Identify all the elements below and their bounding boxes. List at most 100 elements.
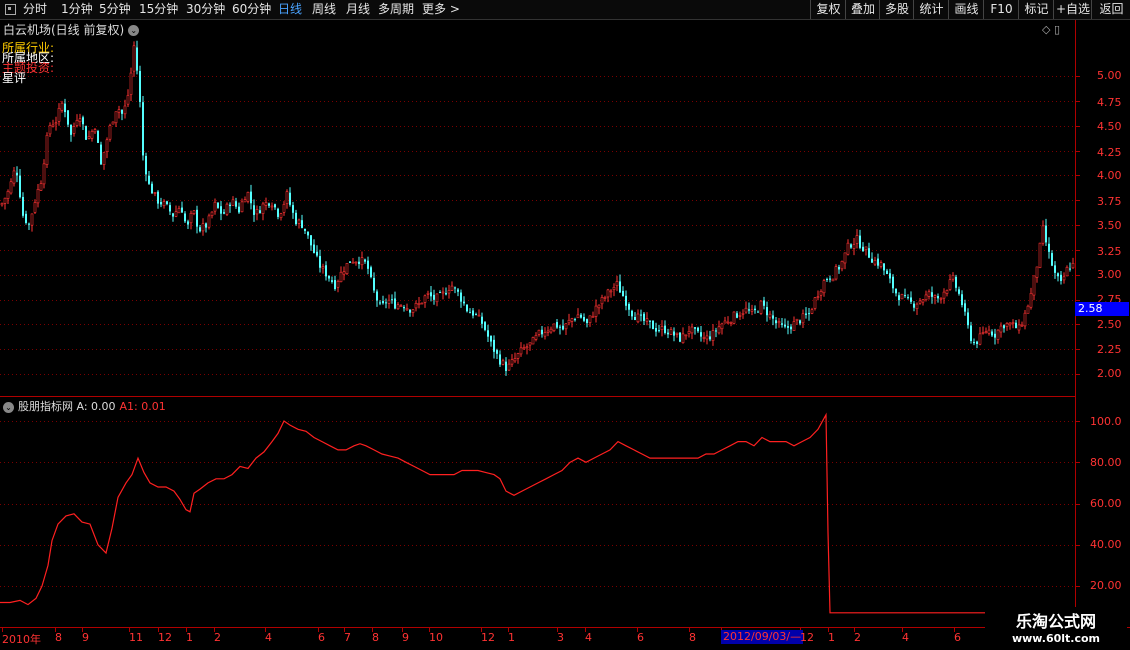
date-label: 4 [265, 631, 272, 644]
candle-body [433, 294, 435, 300]
candle-body [441, 291, 445, 294]
candle-body [522, 347, 526, 350]
candle-body [420, 302, 424, 305]
date-label: 4 [902, 631, 909, 644]
candle-body [169, 205, 171, 212]
candle-body [6, 190, 10, 199]
info-star-rating: 星评 [2, 71, 27, 85]
candle-body [996, 329, 1000, 340]
chevron-down-icon[interactable]: ⌄ [128, 25, 140, 36]
candle-body [690, 326, 694, 334]
indicator-line-a [0, 412, 1075, 614]
candle-body [360, 257, 364, 266]
candle-body [732, 311, 736, 324]
candle-body [667, 332, 669, 335]
candle-body [93, 129, 97, 133]
candle-body [319, 256, 321, 268]
date-label: 12 [800, 631, 814, 644]
panel-tool-icons[interactable]: ◇ ▯ [1042, 23, 1060, 36]
candle-body [625, 295, 627, 306]
candle-body [210, 211, 214, 216]
candle-body [339, 271, 343, 283]
candle-body [871, 258, 873, 263]
candle-body [556, 322, 558, 328]
candle-body [39, 183, 43, 191]
indicator-tick: 80.00 [1090, 456, 1122, 469]
candle-body [54, 122, 58, 125]
candle-body [145, 155, 147, 175]
candle-body [0, 203, 4, 206]
candle-body [840, 260, 844, 270]
candle-body [48, 125, 52, 135]
candle-body [336, 281, 340, 288]
candle-body [277, 208, 279, 217]
candle-body [1026, 305, 1030, 314]
candle-body [268, 203, 270, 206]
candle-body [658, 330, 660, 332]
candle-body [435, 293, 439, 303]
candle-body [111, 121, 115, 125]
candle-body [108, 125, 112, 140]
candle-body [694, 327, 696, 329]
candle-body [877, 258, 879, 266]
candle-body [942, 291, 946, 299]
candle-body [1041, 225, 1045, 244]
candle-body [700, 332, 702, 337]
indicator-a1-value: A1: 0.01 [119, 400, 166, 413]
candle-body [970, 325, 972, 342]
candle-body [964, 303, 966, 312]
kline-chart[interactable] [0, 0, 1130, 650]
candle-body [868, 248, 870, 258]
candle-body [799, 320, 801, 324]
candle-body [172, 213, 174, 217]
candle-body [525, 346, 529, 349]
candle-body [766, 307, 768, 316]
candle-body [430, 292, 432, 297]
candle-body [588, 315, 592, 323]
candle-body [810, 309, 814, 314]
candle-body [1071, 262, 1075, 269]
candle-body [328, 275, 330, 279]
candle-body [600, 297, 604, 305]
candle-body [447, 290, 451, 294]
price-tick: 4.00 [1097, 169, 1122, 182]
candle-body [552, 323, 556, 331]
candle-body [259, 210, 261, 214]
candle-body [652, 320, 654, 330]
date-label: 11 [129, 631, 143, 644]
candle-body [961, 294, 963, 306]
candle-body [42, 163, 46, 185]
candle-body [673, 331, 675, 336]
chevron-down-icon[interactable]: ⌄ [3, 401, 14, 413]
candle-body [580, 314, 582, 318]
date-label: 6 [318, 631, 325, 644]
candle-body [967, 312, 969, 326]
candle-body [775, 320, 777, 324]
candle-body [205, 223, 207, 228]
candle-body [507, 363, 511, 371]
candle-body [994, 333, 996, 338]
candle-body [675, 332, 679, 335]
candle-body [9, 181, 13, 194]
date-label: 8 [372, 631, 379, 644]
indicator-tick: 60.00 [1090, 497, 1122, 510]
candle-body [913, 303, 915, 308]
candle-body [189, 212, 193, 224]
candle-body [886, 270, 888, 275]
candle-body [805, 313, 807, 315]
candle-body [292, 205, 294, 213]
candle-body [25, 213, 27, 223]
candle-body [852, 244, 856, 249]
candle-body [1057, 273, 1059, 277]
candle-body [238, 206, 240, 213]
indicator-tick: 40.00 [1090, 538, 1122, 551]
candle-body [813, 297, 817, 309]
date-label: 9 [402, 631, 409, 644]
candle-body [501, 360, 505, 365]
candle-body [1045, 225, 1047, 243]
candle-body [460, 292, 462, 302]
candle-body [295, 212, 297, 225]
candle-body [750, 309, 754, 312]
candle-body [1062, 276, 1066, 281]
candle-body [1011, 322, 1015, 324]
